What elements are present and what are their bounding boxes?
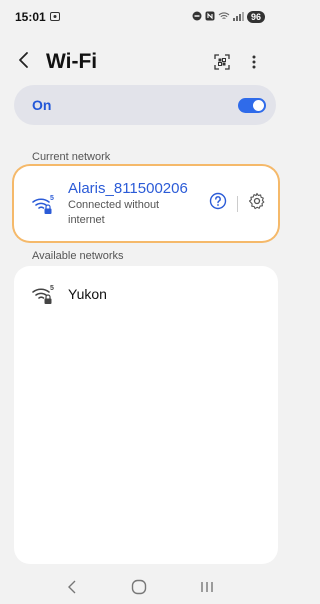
help-icon[interactable] xyxy=(209,192,227,215)
system-nav-bar xyxy=(0,570,279,604)
current-network-name: Alaris_811500206 xyxy=(68,180,188,197)
gear-icon[interactable] xyxy=(248,192,266,215)
wifi-switch[interactable] xyxy=(238,97,266,113)
current-network-heading: Current network xyxy=(32,151,111,163)
page-title: Wi-Fi xyxy=(46,50,98,73)
nav-home-icon[interactable] xyxy=(124,575,154,599)
status-left: 15:01 xyxy=(15,10,60,24)
wifi-lock-icon: 5 xyxy=(30,191,56,217)
signal-badge: 5 xyxy=(50,285,54,292)
current-network-card[interactable]: 5 Alaris_811500206 Connected without int… xyxy=(14,166,278,241)
status-bar: 15:01 96 xyxy=(0,0,279,34)
list-item[interactable]: 5 Yukon xyxy=(30,280,262,308)
battery-icon: 96 xyxy=(246,11,265,23)
wifi-status-icon xyxy=(218,10,230,24)
screenshot-icon xyxy=(49,10,60,24)
status-right: 96 xyxy=(192,10,265,24)
wifi-toggle-label: On xyxy=(32,97,52,113)
signal-badge: 5 xyxy=(50,195,54,202)
qr-scan-icon[interactable] xyxy=(209,49,235,75)
wifi-master-toggle[interactable]: On xyxy=(14,85,276,125)
current-network-status-line1: Connected without xyxy=(68,199,160,211)
network-name: Yukon xyxy=(68,286,107,302)
app-header: Wi-Fi xyxy=(0,46,279,78)
more-options-icon[interactable] xyxy=(241,49,267,75)
action-divider xyxy=(237,195,238,212)
current-network-status-line2: internet xyxy=(68,214,105,226)
available-networks-list: 5 Yukon xyxy=(14,266,278,564)
current-network-info: Alaris_811500206 Connected without inter… xyxy=(68,180,209,227)
back-icon[interactable] xyxy=(18,51,40,73)
wifi-lock-icon: 5 xyxy=(30,281,56,307)
nav-recents-icon[interactable] xyxy=(192,575,222,599)
dnd-icon xyxy=(192,10,202,24)
signal-icon xyxy=(232,10,244,24)
current-network-actions xyxy=(209,192,266,215)
available-networks-heading: Available networks xyxy=(32,250,124,262)
nfc-icon xyxy=(205,10,215,24)
status-time: 15:01 xyxy=(15,10,46,24)
nav-back-icon[interactable] xyxy=(57,575,87,599)
